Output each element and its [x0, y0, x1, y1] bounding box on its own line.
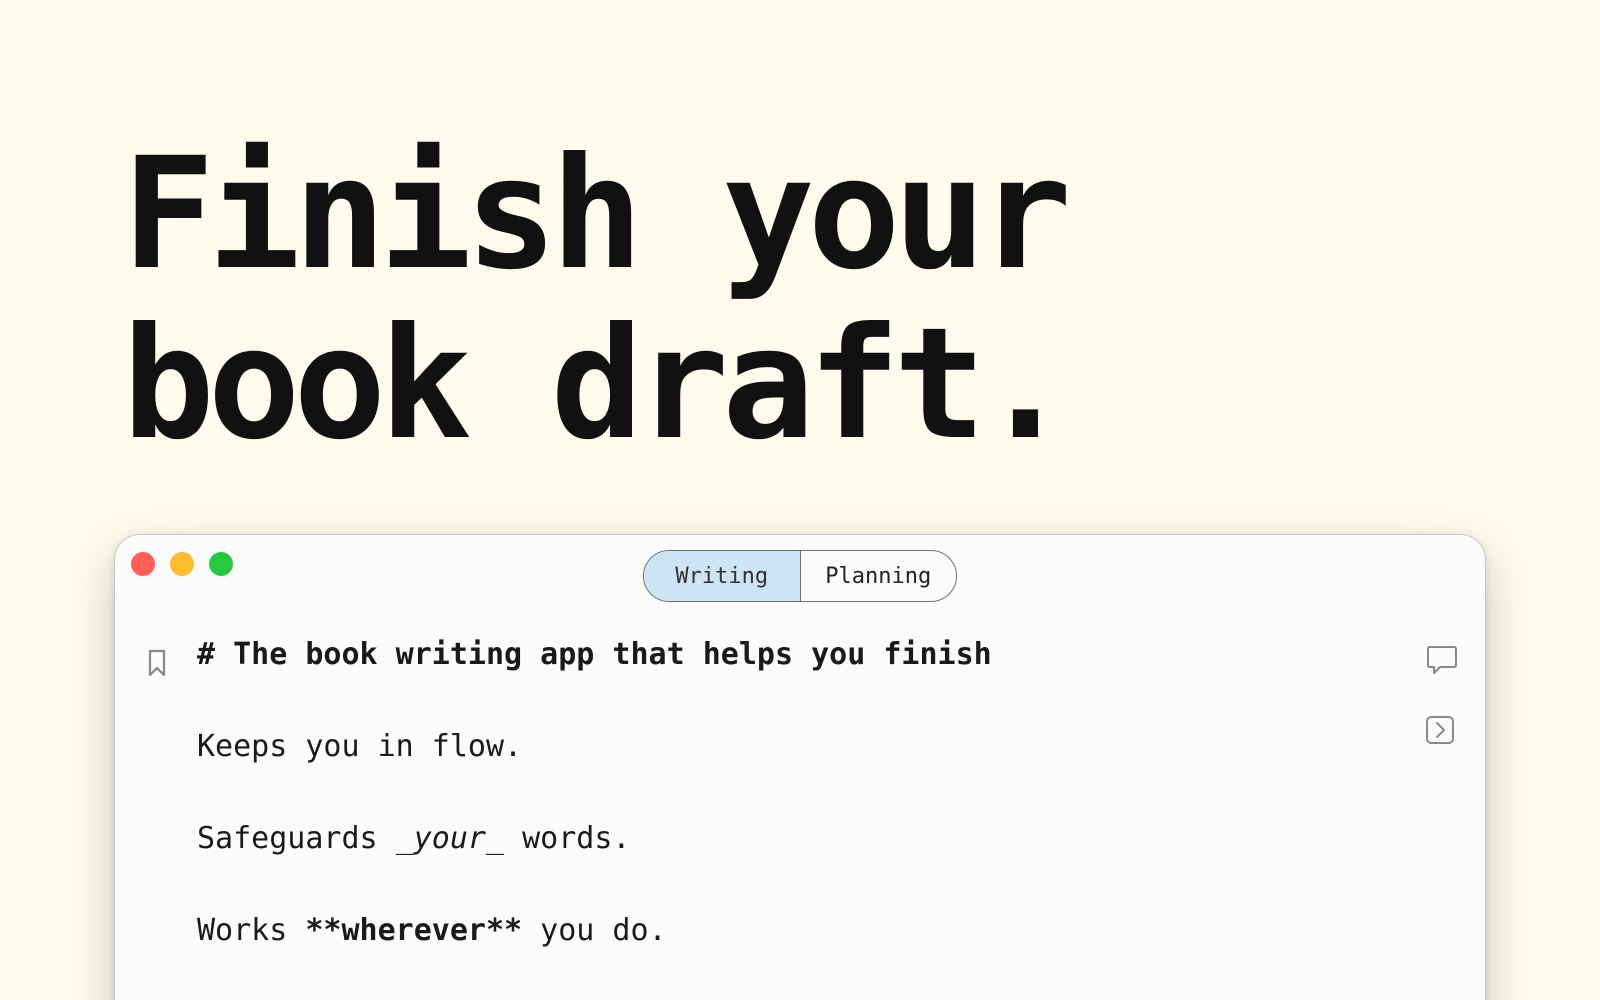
hero-line-2: book draft. [122, 295, 1072, 474]
paragraph-works: Works **wherever** you do. [197, 911, 992, 951]
tab-writing[interactable]: Writing [644, 551, 801, 601]
editor-content[interactable]: # The book writing app that helps you fi… [197, 635, 992, 1000]
comment-icon[interactable] [1425, 643, 1459, 677]
tab-planning[interactable]: Planning [801, 551, 957, 601]
paragraph-safeguards: Safeguards _your_ words. [197, 819, 992, 859]
expand-panel-icon[interactable] [1423, 713, 1457, 747]
paragraph-flow: Keeps you in flow. [197, 729, 523, 764]
document-heading: # The book writing app that helps you fi… [197, 635, 992, 675]
safeguards-suffix: words. [504, 821, 631, 856]
heading-marker: # [197, 637, 216, 672]
works-prefix: Works [197, 913, 306, 948]
heading-text: The book writing app that helps you fini… [233, 637, 992, 672]
hero-line-1: Finish your [122, 125, 1072, 304]
zoom-window-button[interactable] [209, 552, 233, 576]
italic-markup: _your_ [395, 821, 505, 856]
app-window: Writing Planning # The book writing app … [114, 534, 1486, 1000]
bookmark-icon[interactable] [147, 649, 167, 677]
works-suffix: you do. [522, 913, 667, 948]
mode-switcher: Writing Planning [643, 550, 957, 602]
minimize-window-button[interactable] [170, 552, 194, 576]
safeguards-prefix: Safeguards [197, 821, 396, 856]
bold-markup: **wherever** [305, 913, 523, 948]
hero-headline: Finish your book draft. [122, 125, 1072, 474]
close-window-button[interactable] [131, 552, 155, 576]
